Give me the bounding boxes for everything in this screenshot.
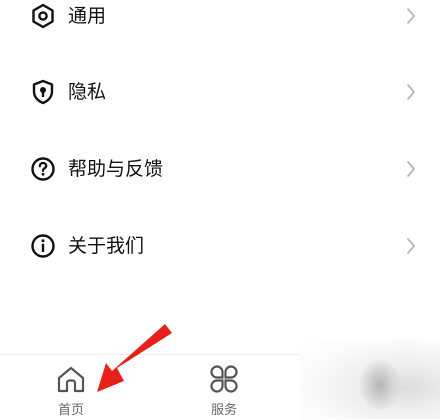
menu-item-privacy[interactable]: 隐私 xyxy=(0,62,440,122)
chevron-right-icon xyxy=(404,159,418,179)
grid-petals-icon xyxy=(210,365,238,393)
shield-lock-icon xyxy=(30,79,56,105)
chevron-right-icon xyxy=(404,236,418,256)
tab-services[interactable]: 服务 xyxy=(179,355,269,420)
tab-services-label: 服务 xyxy=(210,403,237,418)
chevron-right-icon xyxy=(404,6,418,26)
info-circle-icon xyxy=(30,233,56,259)
menu-item-label: 隐私 xyxy=(68,81,107,103)
menu-item-general[interactable]: 通用 xyxy=(0,0,440,46)
menu-item-help-feedback[interactable]: 帮助与反馈 xyxy=(0,139,440,199)
menu-item-label: 通用 xyxy=(68,5,107,27)
question-circle-icon xyxy=(30,156,56,182)
chevron-right-icon xyxy=(404,82,418,102)
tab-home[interactable]: 首页 xyxy=(26,355,116,420)
gear-icon xyxy=(30,3,56,29)
bottom-tab-bar: 首页 服务 xyxy=(0,354,300,420)
tab-home-label: 首页 xyxy=(57,403,84,418)
menu-item-label: 关于我们 xyxy=(68,235,145,257)
home-icon xyxy=(57,366,85,393)
menu-item-about-us[interactable]: 关于我们 xyxy=(0,216,440,276)
menu-item-label: 帮助与反馈 xyxy=(68,158,164,180)
blurred-shape xyxy=(360,360,400,410)
